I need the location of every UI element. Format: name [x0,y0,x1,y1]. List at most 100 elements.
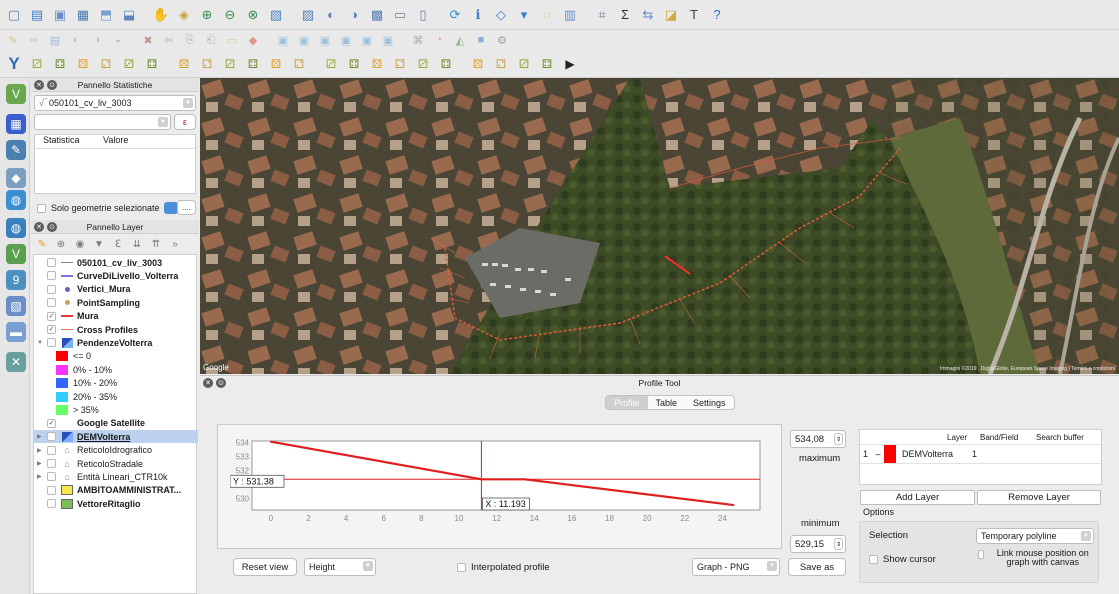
map-tips-icon[interactable]: ◪ [661,6,681,24]
table-row[interactable]: 1 – DEMVolterra 1 [860,444,1101,464]
node-tool-icon[interactable]: ✖ [139,32,157,48]
delete-selected-icon[interactable]: ✂ [160,32,178,48]
stats-layer-select[interactable]: √‾ 050101_cv_liv_3003 ▼ [34,95,196,111]
export-format-select[interactable]: Graph - PNG ▼ [692,558,780,576]
new-bookmark-icon[interactable]: ▭ [390,6,410,24]
csv-icon[interactable]: ⌘ [409,32,427,48]
pan-to-selection-icon[interactable]: ◈ [174,6,194,24]
add-wfs-icon[interactable]: ◍ [6,218,26,238]
tab-table[interactable]: Table [648,396,686,409]
save-edits-icon[interactable]: ▤ [46,32,64,48]
vector-tool-8-icon[interactable]: ⚁ [197,54,217,74]
new-print-layout-icon[interactable]: ⬒ [96,6,116,24]
float-icon[interactable]: ⊙ [47,79,57,90]
vector-tool-16-icon[interactable]: ⚁ [390,54,410,74]
vector-tool-22-icon[interactable]: ⚃ [537,54,557,74]
vector-tool-2-icon[interactable]: ⚃ [50,54,70,74]
vector-tool-20-icon[interactable]: ⚁ [491,54,511,74]
save-project-icon[interactable]: ▣ [50,6,70,24]
layer-visibility-checkbox[interactable] [47,338,56,348]
selection-select[interactable]: Temporary polyline ▼ [976,528,1094,544]
float-icon[interactable]: ⊙ [216,377,226,388]
help-icon[interactable]: ? [707,6,727,24]
layer-visibility-checkbox[interactable] [47,445,56,455]
refresh-icon[interactable] [163,202,178,214]
layout-manager-icon[interactable]: ⬓ [119,6,139,24]
zoom-out-icon[interactable]: ⊖ [220,6,240,24]
show-cursor-checkbox[interactable] [869,555,878,564]
layer-item[interactable]: Vertici_Mura [34,283,198,296]
style-icon[interactable]: ✎ [35,237,49,251]
expand-arrow-icon[interactable]: ▶ [37,473,45,480]
layer-visibility-checkbox[interactable] [47,472,56,482]
zoom-last-icon[interactable]: ◐ [321,6,341,24]
legend-item[interactable]: 20% - 35% [34,390,198,403]
max-spinbox[interactable]: 534,08 ⇕ [790,430,846,448]
vector-tool-6-icon[interactable]: ⚃ [142,54,162,74]
vector-tool-1-icon[interactable]: ⚂ [27,54,47,74]
layer-item[interactable]: VettoreRitaglio [34,497,198,510]
new-project-icon[interactable]: ▢ [4,6,24,24]
add-geonode-icon[interactable]: ✕ [6,352,26,372]
map-canvas[interactable]: Google Immagini ©2019 , DigitalGlobe, Eu… [200,78,1119,374]
open-project-icon[interactable]: ▤ [27,6,47,24]
layer-item[interactable]: 050101_cv_liv_3003 [34,256,198,269]
rotate-labels-icon[interactable]: ▣ [358,32,376,48]
add-wcs-icon[interactable]: V [6,244,26,264]
layer-item[interactable]: ▶ ⌂ ReticoloIdrografico [34,444,198,457]
layer-item[interactable]: CurveDiLivello_Volterra [34,269,198,282]
spin-arrows-icon[interactable]: ⇕ [834,433,843,445]
vector-tool-12-icon[interactable]: ⚁ [289,54,309,74]
layer-visibility-checkbox[interactable] [47,298,56,308]
min-spinbox[interactable]: 529,15 ⇕ [790,535,846,553]
layer-visibility-checkbox[interactable]: ✓ [47,325,56,334]
layer-item[interactable]: ▼ PendenzeVolterra [34,336,198,349]
layer-visibility-checkbox[interactable] [47,459,56,468]
zoom-next-icon[interactable]: ◑ [344,6,364,24]
move-labels-icon[interactable]: ▣ [337,32,355,48]
zoom-full-icon[interactable]: ⊗ [243,6,263,24]
layer-item[interactable]: ▶ ⌂ Entità Lineari_CTR10k [34,470,198,483]
add-spatialite-icon[interactable]: ◆ [6,168,26,188]
add-oracle-icon[interactable]: ▬ [6,322,26,342]
tab-profile[interactable]: Profile [606,396,648,409]
style-manager-icon[interactable]: ▣ [274,32,292,48]
expand-all-icon[interactable]: ⇊ [130,237,144,251]
more-icon[interactable]: » [168,237,182,251]
close-icon[interactable]: ✕ [203,377,213,388]
legend-item[interactable]: 0% - 10% [34,363,198,376]
plugin-a-icon[interactable]: ■ [472,32,490,48]
show-labels-icon[interactable]: ▣ [316,32,334,48]
statistical-summary-icon[interactable]: Σ [615,6,635,24]
new-map-view-icon[interactable]: ▩ [367,6,387,24]
vector-tool-11-icon[interactable]: ⚄ [266,54,286,74]
vertex-tool-icon[interactable]: ◑ [88,32,106,48]
text-annotation-icon[interactable]: T [684,6,704,24]
add-vector-layer-icon[interactable]: V [6,84,26,104]
change-label-icon[interactable]: ▣ [379,32,397,48]
python-console-icon[interactable]: ▶ [560,54,580,74]
row-color-swatch[interactable] [884,445,896,463]
interpolated-checkbox[interactable] [457,563,466,572]
pin-labels-icon[interactable]: ▣ [295,32,313,48]
vector-tool-3-icon[interactable]: ⚄ [73,54,93,74]
edits-icon[interactable]: ✎ [4,32,22,48]
layer-visibility-checkbox[interactable] [47,284,56,294]
vector-tool-7-icon[interactable]: ⚄ [174,54,194,74]
vector-tool-14-icon[interactable]: ⚃ [344,54,364,74]
expression-button[interactable]: ε [174,114,196,130]
open-attribute-table-icon[interactable]: ▥ [560,6,580,24]
filter-icon[interactable]: ▼ [92,237,106,251]
zoom-to-layer-icon[interactable]: ▨ [298,6,318,24]
save-as-icon[interactable]: ▦ [73,6,93,24]
vector-tool-9-icon[interactable]: ⚂ [220,54,240,74]
digitize-point-icon[interactable]: ◐ [67,32,85,48]
add-layer-button[interactable]: Add Layer [860,490,975,505]
layer-item[interactable]: ▶ ⌂ ReticoloStradale [34,457,198,470]
layer-visibility-checkbox[interactable] [47,485,56,495]
zoom-to-selection-icon[interactable]: ▧ [266,6,286,24]
vector-tool-13-icon[interactable]: ⚂ [321,54,341,74]
spin-arrows-icon[interactable]: ⇕ [834,538,843,550]
copy-icon[interactable]: ⎗ [202,32,220,48]
refresh-icon[interactable]: ⟳ [445,6,465,24]
